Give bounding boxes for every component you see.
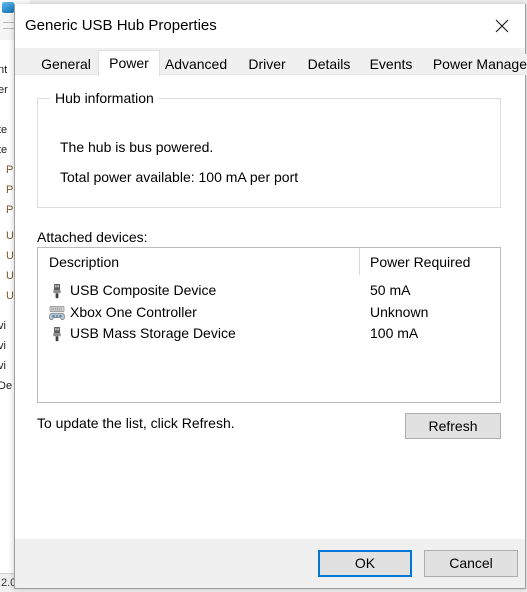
tab-label: Driver bbox=[248, 56, 286, 72]
column-header-description: Description bbox=[49, 254, 120, 270]
background-tree-item: U bbox=[6, 250, 14, 262]
usb-plug-icon bbox=[49, 283, 65, 299]
background-tree-item: U bbox=[6, 230, 14, 242]
tab-power-management[interactable]: Power Management bbox=[422, 54, 527, 75]
close-button[interactable] bbox=[479, 4, 525, 48]
background-tree-item: vi bbox=[0, 320, 6, 332]
close-icon bbox=[495, 19, 509, 33]
background-tree-item: te bbox=[0, 124, 8, 136]
ok-button[interactable]: OK bbox=[318, 550, 412, 577]
dialog-footer: OK Cancel bbox=[15, 539, 525, 587]
background-tree-item: vi bbox=[0, 340, 6, 352]
refresh-hint-text: To update the list, click Refresh. bbox=[37, 415, 235, 431]
ok-button-label: OK bbox=[354, 555, 376, 571]
background-tree-item: U bbox=[6, 290, 14, 302]
usb-plug-icon bbox=[49, 326, 65, 342]
background-tree-item: P bbox=[6, 204, 14, 216]
tab-label: Power bbox=[109, 55, 149, 71]
tab-advanced[interactable]: Advanced bbox=[156, 54, 236, 75]
tab-power[interactable]: Power bbox=[98, 50, 160, 76]
tab-label: Events bbox=[369, 56, 413, 72]
device-description: USB Composite Device bbox=[70, 282, 217, 298]
refresh-button[interactable]: Refresh bbox=[405, 413, 501, 439]
device-description: USB Mass Storage Device bbox=[70, 325, 236, 341]
background-tree-item: P bbox=[6, 164, 14, 176]
usb-plug-icon bbox=[53, 327, 61, 342]
cancel-button[interactable]: Cancel bbox=[424, 550, 518, 577]
background-tree-item: De bbox=[0, 380, 13, 392]
tab-events[interactable]: Events bbox=[361, 54, 421, 75]
hub-total-power-text: Total power available: 100 mA per port bbox=[60, 169, 299, 185]
device-row[interactable]: Xbox One Controller Unknown bbox=[38, 303, 500, 324]
tab-driver[interactable]: Driver bbox=[237, 54, 297, 75]
background-tree-item: vi bbox=[0, 360, 6, 372]
device-power-required: 100 mA bbox=[370, 325, 419, 341]
hub-power-status-text: The hub is bus powered. bbox=[60, 139, 214, 155]
background-tree-item: nt bbox=[0, 64, 8, 76]
background-tree-item: P bbox=[6, 184, 14, 196]
attached-devices-list[interactable]: Description Power Required USB Composite… bbox=[37, 247, 501, 403]
attached-devices-label: Attached devices: bbox=[37, 229, 148, 245]
device-manager-icon bbox=[2, 2, 14, 13]
usb-plug-icon bbox=[53, 284, 61, 299]
tab-details[interactable]: Details bbox=[298, 54, 360, 75]
background-tree-item: er bbox=[0, 84, 8, 96]
dialog-titlebar: Generic USB Hub Properties bbox=[15, 4, 525, 49]
hub-information-groupbox: Hub information The hub is bus powered. … bbox=[37, 90, 501, 208]
column-header-power-required: Power Required bbox=[370, 254, 471, 270]
dialog-title: Generic USB Hub Properties bbox=[25, 17, 217, 34]
tab-label: Power Management bbox=[432, 56, 527, 72]
gamepad-icon bbox=[49, 305, 65, 320]
background-tree-item: U bbox=[6, 270, 14, 282]
device-description: Xbox One Controller bbox=[70, 303, 197, 320]
device-power-required: Unknown bbox=[370, 303, 429, 320]
device-power-required: 50 mA bbox=[370, 282, 411, 298]
tab-label: Details bbox=[307, 56, 351, 72]
tab-label: Advanced bbox=[164, 56, 228, 72]
tab-general[interactable]: General bbox=[30, 54, 102, 75]
device-row[interactable]: USB Composite Device 50 mA bbox=[38, 281, 500, 302]
properties-dialog: Generic USB Hub Properties General Power A… bbox=[14, 4, 527, 589]
gamepad-icon bbox=[49, 305, 65, 321]
list-header-row: Description Power Required bbox=[38, 254, 500, 276]
background-tree-item: te bbox=[0, 144, 8, 156]
tab-strip: General Power Advanced Driver Details Events P… bbox=[15, 48, 527, 76]
device-row[interactable]: USB Mass Storage Device 100 mA bbox=[38, 324, 500, 345]
hub-information-legend: Hub information bbox=[50, 90, 159, 106]
tab-panel-power: Hub information The hub is bus powered. … bbox=[15, 74, 525, 539]
tab-label: General bbox=[41, 56, 91, 72]
